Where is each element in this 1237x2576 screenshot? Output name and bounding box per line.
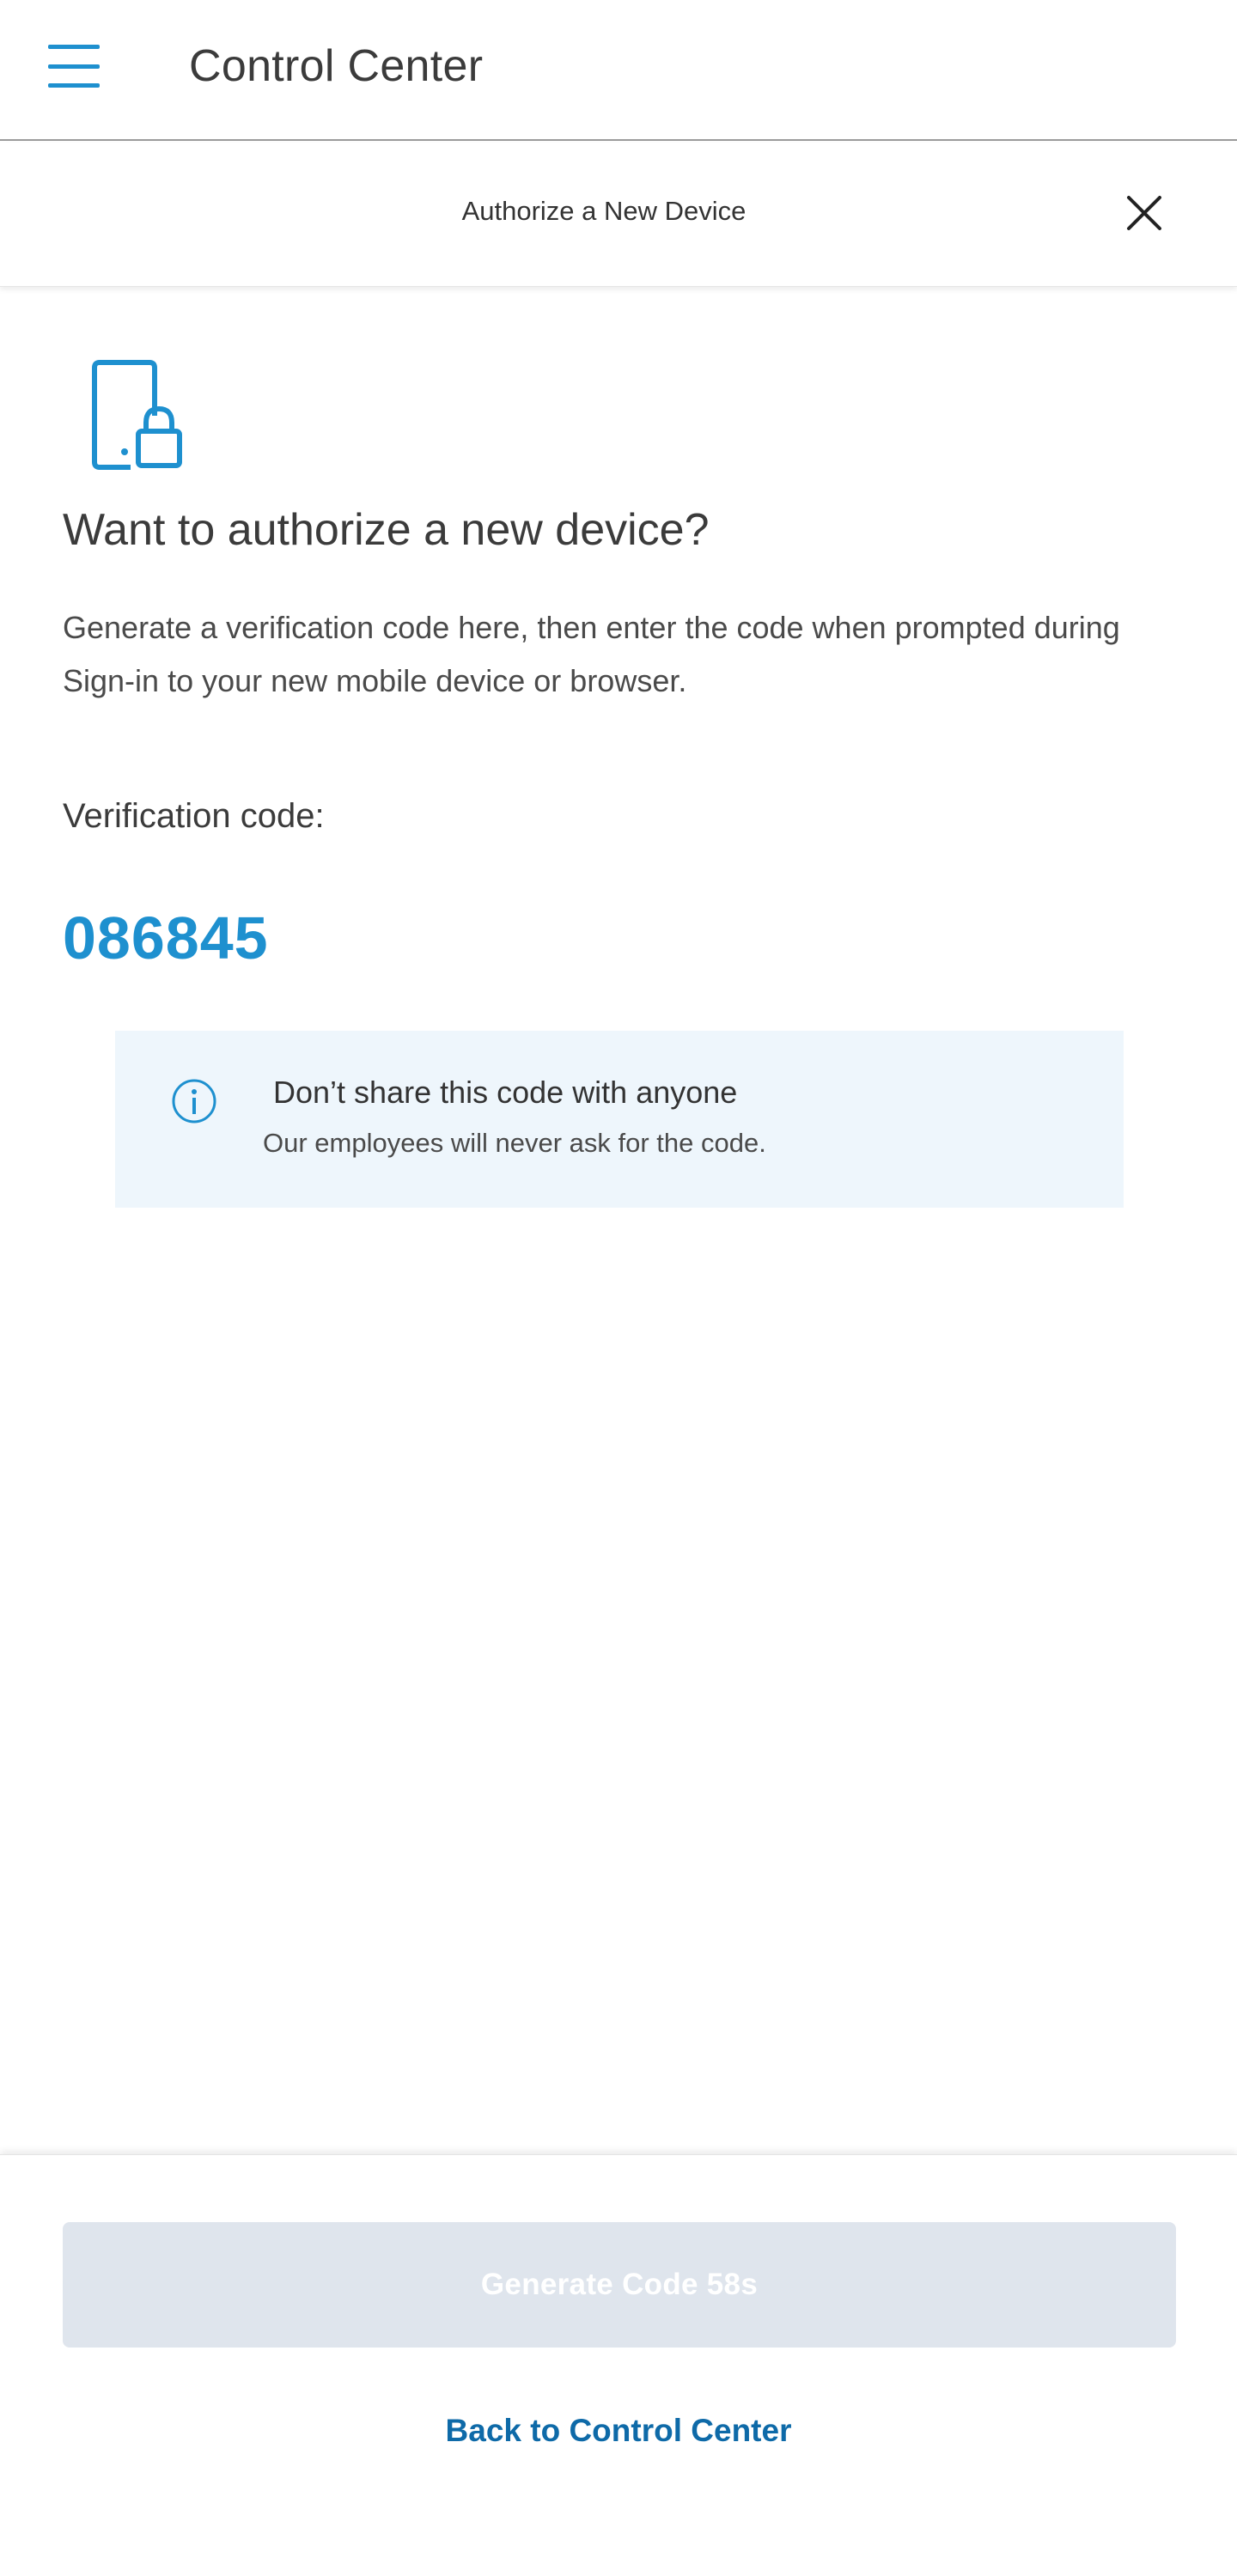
footer-actions: Generate Code 58s Back to Control Center <box>0 2154 1237 2576</box>
back-to-control-center-link[interactable]: Back to Control Center <box>0 2409 1237 2452</box>
verification-code-label: Verification code: <box>63 797 325 835</box>
top-bar: Control Center <box>0 0 1237 141</box>
description-text: Generate a verification code here, then … <box>63 610 1120 698</box>
close-icon[interactable] <box>1120 189 1168 237</box>
device-lock-icon <box>91 359 184 471</box>
app-root: Control Center Authorize a New Device Wa… <box>0 0 1237 2576</box>
security-notice: Don’t share this code with anyone Our em… <box>115 1031 1124 1208</box>
menu-line <box>48 64 100 69</box>
section-heading: Want to authorize a new device? <box>63 505 710 555</box>
page-title: Authorize a New Device <box>461 196 746 226</box>
menu-line <box>48 83 100 88</box>
hamburger-menu-icon[interactable] <box>48 45 100 88</box>
notice-text: Our employees will never ask for the cod… <box>263 1128 766 1158</box>
notice-title: Don’t share this code with anyone <box>273 1075 738 1110</box>
generate-code-button[interactable]: Generate Code 58s <box>63 2222 1176 2348</box>
menu-line <box>48 45 100 49</box>
info-icon <box>170 1077 218 1125</box>
verification-code-value: 086845 <box>63 904 269 971</box>
app-title: Control Center <box>189 41 484 91</box>
page-header: Authorize a New Device <box>0 143 1237 287</box>
